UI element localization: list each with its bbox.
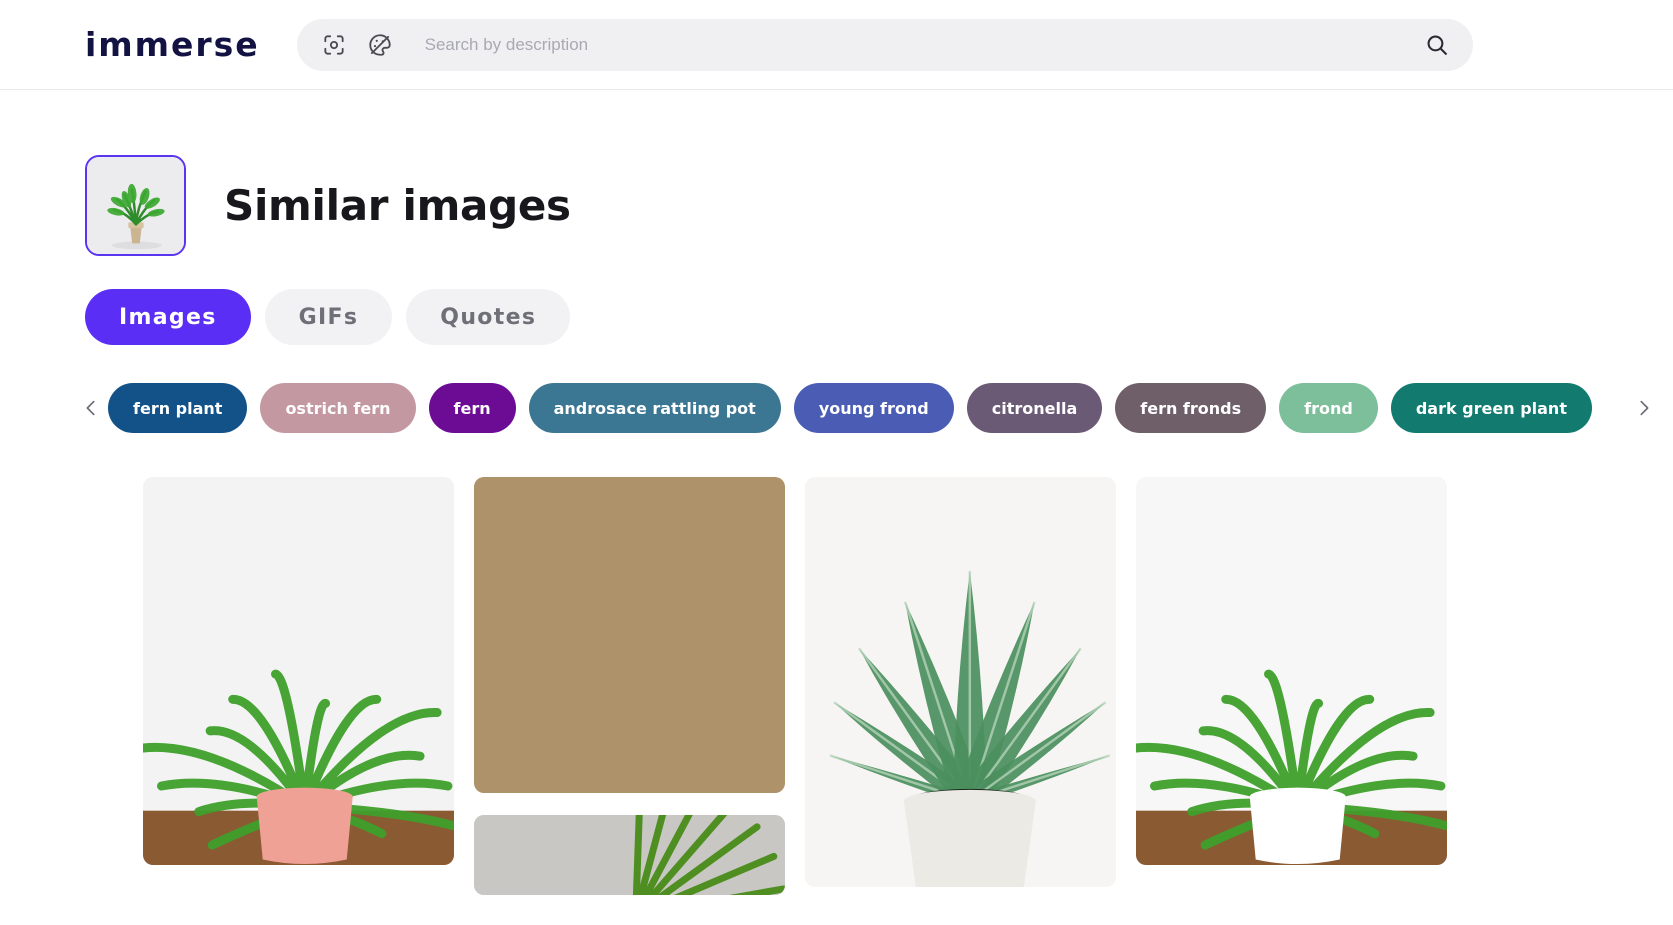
app-logo[interactable]: immerse: [85, 28, 260, 61]
content-type-tabs: Images GIFs Quotes: [85, 289, 1673, 345]
chevron-left-icon[interactable]: [78, 395, 104, 421]
result-image-card[interactable]: [143, 477, 454, 865]
result-tile-placeholder[interactable]: [474, 477, 785, 793]
tag-chip[interactable]: fern plant: [108, 383, 248, 433]
tag-chip[interactable]: fern: [428, 383, 516, 433]
tab-gifs[interactable]: GIFs: [264, 289, 393, 345]
app-header: immerse: [0, 0, 1673, 90]
tag-chip[interactable]: young frond: [793, 383, 954, 433]
tag-filter-row: fern plant ostrich fern fern androsace ratt…: [0, 379, 1673, 437]
chevron-right-icon[interactable]: [1631, 395, 1657, 421]
results-column: [474, 477, 785, 895]
tag-chip[interactable]: fern fronds: [1115, 383, 1267, 433]
page-title: Similar images: [224, 181, 571, 230]
results-grid: [143, 477, 1673, 895]
tag-chip[interactable]: ostrich fern: [260, 383, 416, 433]
tag-chip[interactable]: dark green plant: [1390, 383, 1592, 433]
page-header: Similar images: [85, 155, 1673, 256]
tab-images[interactable]: Images: [85, 289, 251, 345]
results-column: [143, 477, 454, 865]
search-input[interactable]: [422, 33, 1421, 56]
focus-scan-icon[interactable]: [319, 30, 349, 60]
result-image-card[interactable]: [805, 477, 1116, 887]
tag-chip[interactable]: frond: [1279, 383, 1378, 433]
result-image-card[interactable]: [474, 815, 785, 895]
tab-quotes[interactable]: Quotes: [406, 289, 571, 345]
results-column: [1136, 477, 1447, 865]
search-icon[interactable]: [1421, 30, 1451, 60]
tag-chip[interactable]: citronella: [966, 383, 1103, 433]
result-image-card[interactable]: [1136, 477, 1447, 865]
search-bar: [296, 18, 1473, 71]
color-palette-icon[interactable]: [365, 30, 395, 60]
tag-chip-list[interactable]: fern plant ostrich fern fern androsace ratt…: [108, 379, 1598, 437]
tag-chip[interactable]: androsace rattling pot: [528, 383, 781, 433]
source-image-thumbnail[interactable]: [85, 155, 186, 256]
results-column: [805, 477, 1116, 887]
